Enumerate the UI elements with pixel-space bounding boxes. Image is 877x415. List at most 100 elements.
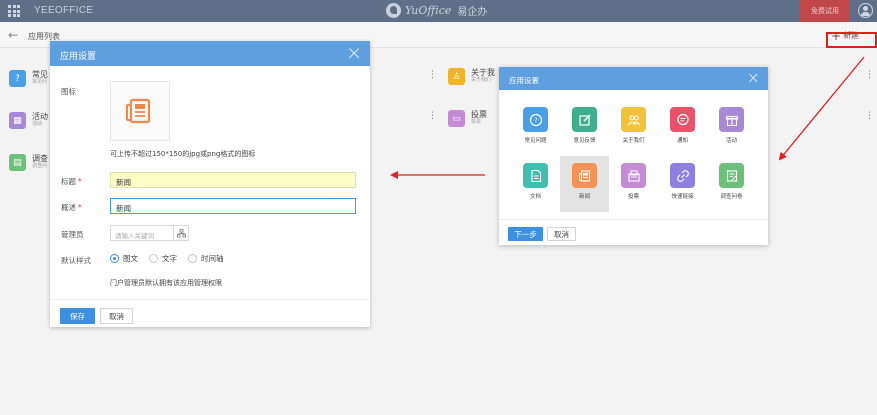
title-label-text: 标题	[61, 177, 76, 186]
app-grid-icon[interactable]	[8, 5, 20, 17]
app-option-faq[interactable]: ? 常见问题	[511, 100, 560, 156]
app-option-label: 活动	[725, 138, 737, 144]
list-item[interactable]: ▤ 调查 调查问	[9, 154, 48, 171]
edit-icon	[572, 107, 597, 132]
top-bar: YEEOFFICE YuOffice 易企办 免费试用	[0, 0, 877, 22]
app-option-vote[interactable]: 投票	[609, 156, 658, 212]
user-avatar-icon[interactable]	[858, 3, 873, 18]
app-option-activity[interactable]: 活动	[707, 100, 756, 156]
title-input[interactable]: 新闻	[110, 172, 356, 188]
org-picker-button[interactable]	[174, 225, 189, 241]
admin-permission-note: 门户管理员默认拥有该应用管理权限	[110, 279, 222, 287]
free-trial-button[interactable]: 免费试用	[800, 0, 850, 22]
link-icon	[670, 163, 695, 188]
style-radio-graphic[interactable]: 图文	[110, 253, 138, 264]
logo-mark-icon	[386, 3, 401, 18]
list-item-title: 调查	[32, 154, 48, 163]
vote-icon: ▭	[448, 110, 465, 127]
list-item[interactable]: ▭ 投票 投票	[448, 110, 487, 127]
app-option-feedback[interactable]: 意见反馈	[560, 100, 609, 156]
summary-label: 概述 *	[61, 202, 82, 213]
more-options-icon[interactable]: ⋮	[865, 70, 874, 80]
list-item[interactable]: ? 常见 常见问	[9, 70, 48, 87]
vote-icon	[621, 163, 646, 188]
newspaper-icon	[126, 98, 151, 124]
app-option-label: 新闻	[578, 194, 590, 200]
app-option-notice[interactable]: 通知	[658, 100, 707, 156]
more-options-icon[interactable]: ⋮	[428, 70, 437, 80]
gift-icon	[719, 107, 744, 132]
summary-label-text: 概述	[61, 203, 76, 212]
list-item-title: 投票	[471, 110, 487, 119]
required-mark: *	[78, 203, 82, 212]
radio-dot	[149, 254, 158, 263]
back-arrow-icon[interactable]: ←	[8, 28, 18, 42]
app-option-about[interactable]: 关于我们	[609, 100, 658, 156]
new-button-highlight	[826, 32, 877, 48]
logo-chinese: 易企办	[457, 7, 488, 18]
document-icon	[523, 163, 548, 188]
cancel-button[interactable]: 取消	[547, 227, 576, 241]
close-icon[interactable]: ×	[747, 69, 760, 87]
next-step-button[interactable]: 下一步	[508, 227, 543, 241]
question-icon: ?	[9, 70, 26, 87]
dialog-header: 应用设置 ×	[50, 41, 370, 66]
org-chart-icon	[176, 228, 186, 237]
close-icon[interactable]: ×	[346, 43, 362, 63]
app-option-label: 关于我们	[622, 138, 645, 144]
dialog-footer: 保存 取消	[50, 299, 370, 327]
list-item[interactable]: ▦ 活动 活动	[9, 112, 48, 129]
dialog-footer: 下一步 取消	[499, 219, 768, 245]
brand-name: YEEOFFICE	[34, 5, 94, 16]
app-option-label: 通知	[676, 138, 688, 144]
radio-label: 文字	[162, 254, 177, 263]
icon-upload-preview[interactable]	[110, 81, 170, 141]
style-radio-text[interactable]: 文字	[149, 253, 177, 264]
app-option-news[interactable]: 新闻	[560, 156, 609, 212]
app-option-label: 调查问卷	[720, 194, 743, 200]
team-icon: ♙	[448, 68, 465, 85]
list-item-sub: 调查问	[32, 163, 48, 169]
cancel-button[interactable]: 取消	[100, 308, 133, 324]
svg-text:?: ?	[534, 116, 538, 124]
center-logo: YuOffice 易企办	[386, 3, 487, 18]
dialog-title: 应用设置	[60, 52, 97, 62]
list-item-sub: 关于我们	[471, 77, 492, 83]
dialog-title: 应用设置	[509, 76, 539, 85]
title-label: 标题 *	[61, 176, 82, 187]
app-option-document[interactable]: 文档	[511, 156, 560, 212]
more-options-icon[interactable]: ⋮	[428, 111, 437, 121]
app-option-quick-link[interactable]: 快速链接	[658, 156, 707, 212]
radio-label: 时间轴	[201, 254, 224, 263]
dialog-header: 应用设置 ×	[499, 67, 768, 90]
app-type-picker-dialog: 应用设置 × ? 常见问题 意见反馈 关于我们 通知 活动 文档 新闻 投票 快…	[499, 67, 768, 245]
app-option-label: 常见问题	[524, 138, 547, 144]
radio-label: 图文	[123, 254, 138, 263]
list-item-title: 活动	[32, 112, 48, 121]
save-button[interactable]: 保存	[60, 308, 95, 324]
icon-label: 图标	[61, 87, 76, 96]
required-mark: *	[78, 177, 82, 186]
list-item[interactable]: ♙ 关于我 关于我们	[448, 68, 495, 85]
style-radio-timeline[interactable]: 时间轴	[188, 253, 224, 264]
app-option-label: 投票	[627, 194, 639, 200]
style-radio-group: 图文 文字 时间轴	[110, 253, 224, 264]
list-item-sub: 常见问	[32, 79, 48, 85]
app-option-label: 快速链接	[671, 194, 694, 200]
admin-input[interactable]: 请输入关键词	[110, 225, 174, 241]
survey-icon: ▤	[9, 154, 26, 171]
list-item-title: 关于我	[471, 68, 495, 77]
question-icon: ?	[523, 107, 548, 132]
upload-hint: 可上传不超过150*150的jpg或png格式的图标	[110, 150, 256, 158]
arrow-new-to-picker	[778, 56, 865, 161]
gift-icon: ▦	[9, 112, 26, 129]
survey-icon	[719, 163, 744, 188]
radio-dot	[188, 254, 197, 263]
app-option-survey[interactable]: 调查问卷	[707, 156, 756, 212]
logo-text: YuOffice	[405, 4, 452, 17]
more-options-icon[interactable]: ⋮	[865, 111, 874, 121]
list-item-title: 常见	[32, 70, 48, 79]
list-item-sub: 投票	[471, 119, 482, 125]
summary-input[interactable]: 新闻	[110, 198, 356, 214]
app-type-grid: ? 常见问题 意见反馈 关于我们 通知 活动 文档 新闻 投票 快速链接 调查问…	[511, 100, 756, 212]
